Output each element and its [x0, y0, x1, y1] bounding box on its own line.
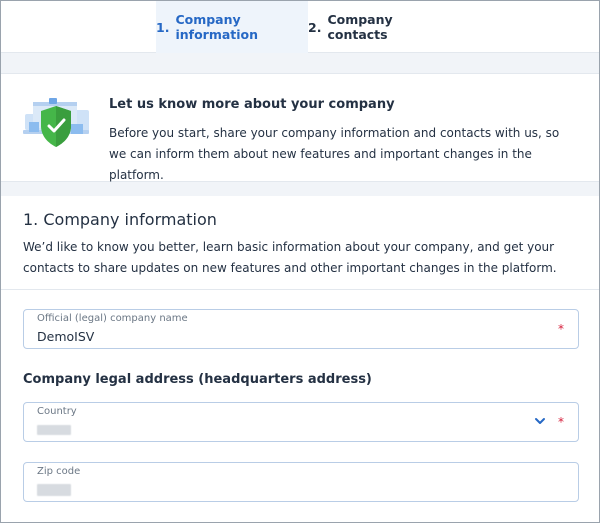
company-name-value: DemoISV [37, 329, 95, 344]
chevron-down-icon[interactable] [534, 416, 546, 426]
required-marker: * [558, 415, 564, 429]
page-frame: 1. Company information 2. Company contac… [0, 0, 600, 523]
redacted-value [37, 484, 71, 496]
intro-text: Before you start, share your company inf… [109, 126, 560, 182]
separator-band [1, 182, 599, 196]
address-heading: Company legal address (headquarters addr… [23, 372, 372, 387]
wizard-tabs: 1. Company information 2. Company contac… [1, 1, 599, 53]
country-value [37, 422, 71, 438]
redacted-value [37, 425, 71, 435]
intro-title: Let us know more about your company [109, 97, 395, 112]
divider [1, 289, 599, 290]
separator-band [1, 53, 599, 73]
intro-card: Let us know more about your company Befo… [1, 73, 599, 182]
tab-label: Company information [175, 12, 259, 42]
country-select[interactable]: Country * [23, 402, 579, 442]
tab-label: Company contacts [327, 12, 393, 42]
shield-check-icon [23, 98, 89, 147]
company-name-field[interactable]: Official (legal) company name DemoISV * [23, 309, 579, 349]
field-label: Country [37, 406, 77, 417]
tab-number: 1. [156, 19, 170, 35]
tab-company-contacts[interactable]: 2. Company contacts [308, 1, 453, 53]
zip-code-field[interactable]: Zip code [23, 462, 579, 502]
section-description: We’d like to know you better, learn basi… [23, 240, 557, 275]
section-title: 1. Company information [23, 210, 217, 229]
zip-code-value [37, 482, 71, 499]
company-information-section: 1. Company information We’d like to know… [1, 196, 599, 522]
field-label: Official (legal) company name [37, 313, 188, 324]
tab-number: 2. [308, 19, 322, 35]
required-marker: * [558, 322, 564, 336]
tab-company-information[interactable]: 1. Company information [156, 1, 308, 53]
field-label: Zip code [37, 466, 81, 477]
